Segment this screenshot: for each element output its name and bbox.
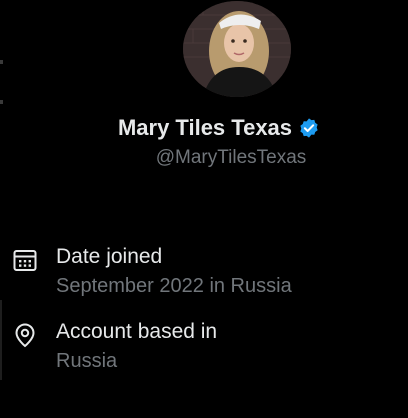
display-name-row: Mary Tiles Texas: [0, 115, 408, 141]
date-joined-value: September 2022 in Russia: [56, 275, 292, 297]
avatar-photo: [183, 1, 291, 97]
date-joined-row: Date joined September 2022 in Russia: [12, 245, 402, 305]
edge-artifact: [0, 100, 3, 104]
account-based-in-row: Account based in Russia: [12, 320, 402, 380]
account-based-in-title: Account based in: [56, 320, 218, 343]
profile-avatar[interactable]: [183, 1, 291, 97]
edge-artifact: [0, 300, 2, 380]
calendar-icon: [12, 247, 38, 273]
display-name: Mary Tiles Texas: [117, 115, 293, 140]
verified-badge-icon[interactable]: [298, 117, 320, 139]
profile-handle: @MaryTilesTexas: [155, 147, 307, 168]
location-pin-icon: [12, 322, 38, 348]
date-joined-title: Date joined: [56, 245, 163, 268]
account-based-in-value: Russia: [56, 350, 118, 372]
edge-artifact: [0, 60, 3, 64]
